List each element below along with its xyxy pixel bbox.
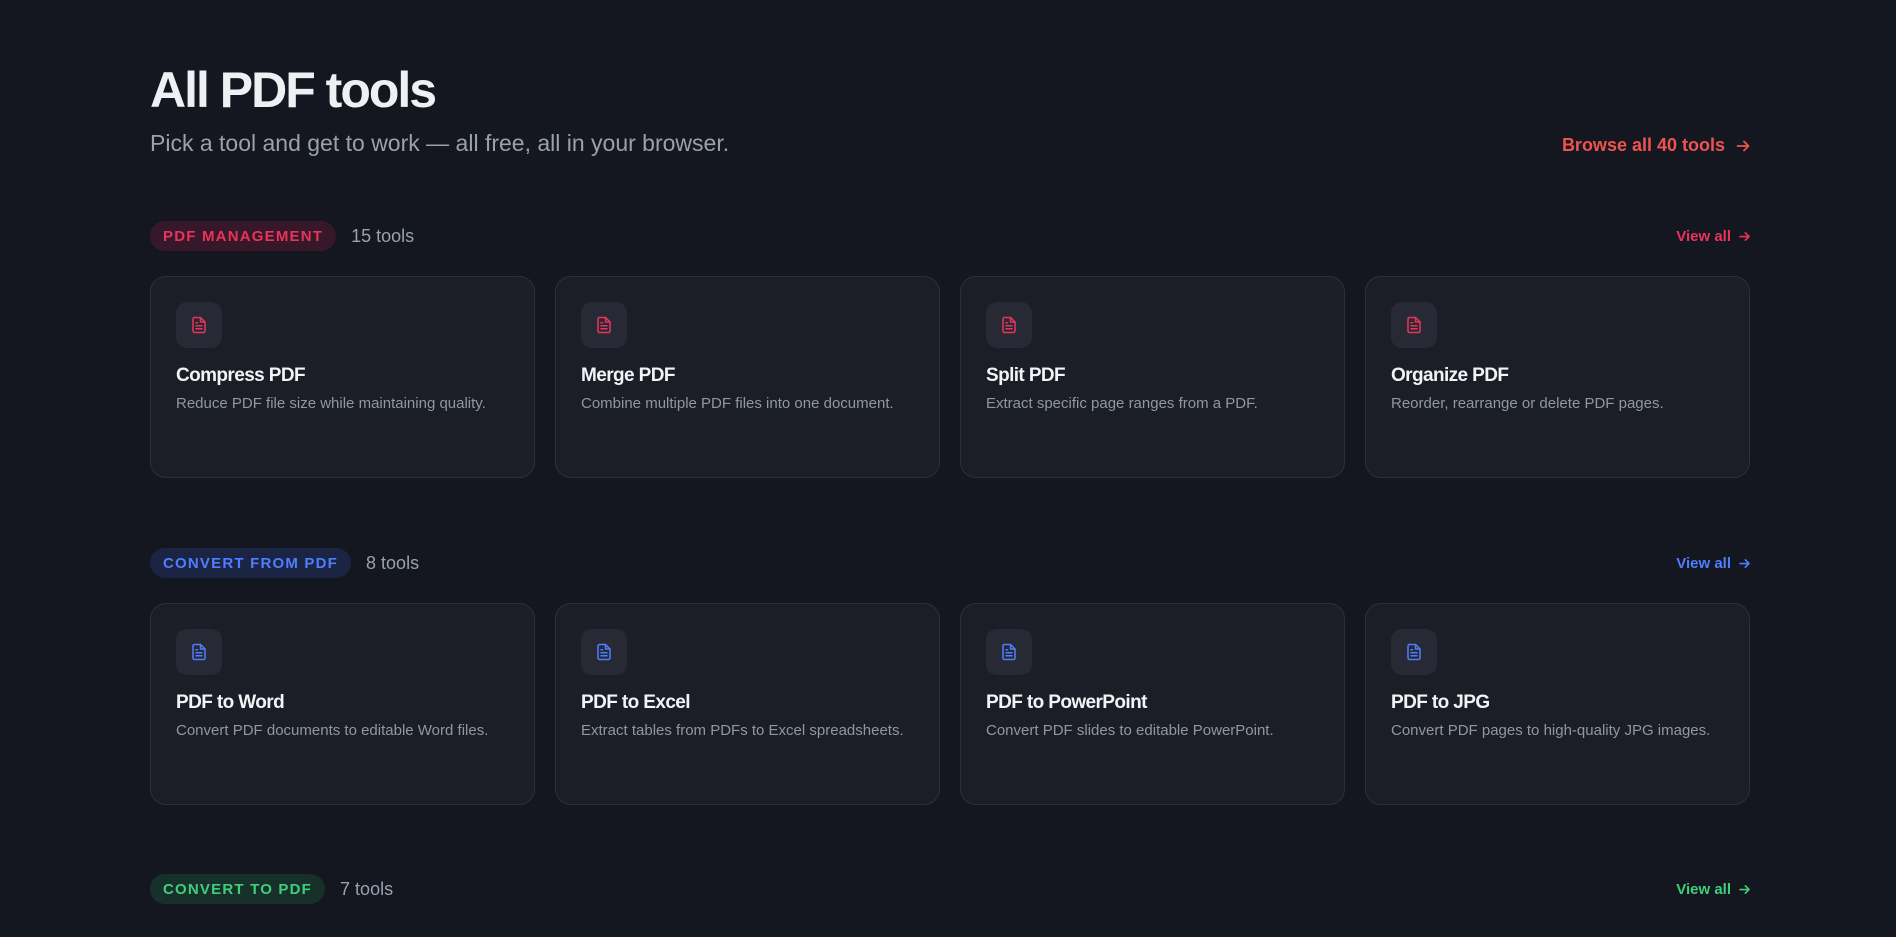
document-icon — [1407, 316, 1421, 334]
document-icon — [1002, 643, 1016, 661]
tool-description: Reorder, rearrange or delete PDF pages. — [1391, 395, 1664, 412]
page-subtitle: Pick a tool and get to work — all free, … — [150, 130, 730, 156]
tool-grid-pdf-management: Compress PDF Reduce PDF file size while … — [150, 276, 1751, 478]
section-tool-count: 8 tools — [366, 552, 420, 573]
tool-description: Combine multiple PDF files into one docu… — [581, 395, 894, 412]
view-all-label: View all — [1676, 880, 1731, 898]
tool-card-pdf-to-word[interactable]: PDF to Word Convert PDF documents to edi… — [150, 603, 535, 805]
tool-title: PDF to JPG — [1391, 692, 1490, 713]
tool-title: Organize PDF — [1391, 365, 1509, 386]
tool-card-organize-pdf[interactable]: Organize PDF Reorder, rearrange or delet… — [1365, 276, 1750, 478]
tool-description: Extract specific page ranges from a PDF. — [986, 395, 1258, 412]
tool-icon-box — [581, 629, 627, 675]
section-badge: PDF MANAGEMENT — [150, 221, 337, 251]
arrow-right-icon — [1739, 884, 1750, 894]
tool-icon-box — [986, 629, 1032, 675]
view-all-link[interactable]: View all — [1676, 228, 1751, 245]
tool-card-split-pdf[interactable]: Split PDF Extract specific page ranges f… — [960, 276, 1345, 478]
section-header-convert-to-pdf: CONVERT TO PDF 7 tools View all — [150, 873, 1751, 905]
section-tool-count: 15 tools — [351, 225, 415, 246]
tool-description: Reduce PDF file size while maintaining q… — [176, 395, 486, 412]
tool-card-merge-pdf[interactable]: Merge PDF Combine multiple PDF files int… — [555, 276, 940, 478]
tool-description: Convert PDF pages to high-quality JPG im… — [1391, 722, 1711, 739]
tool-icon-box — [986, 302, 1032, 348]
section-tool-count: 7 tools — [340, 878, 394, 899]
tool-title: Split PDF — [986, 365, 1066, 386]
view-all-link[interactable]: View all — [1676, 555, 1751, 572]
tool-icon-box — [176, 302, 222, 348]
page-title: All PDF tools — [150, 62, 437, 118]
tool-title: PDF to Word — [176, 692, 285, 713]
document-icon — [1002, 316, 1016, 334]
view-all-label: View all — [1676, 227, 1731, 245]
view-all-link[interactable]: View all — [1676, 881, 1751, 898]
tool-icon-box — [581, 302, 627, 348]
tool-card-pdf-to-jpg[interactable]: PDF to JPG Convert PDF pages to high-qua… — [1365, 603, 1750, 805]
arrow-right-icon — [1739, 558, 1750, 568]
document-icon — [1407, 643, 1421, 661]
tool-card-compress-pdf[interactable]: Compress PDF Reduce PDF file size while … — [150, 276, 535, 478]
tool-title: PDF to PowerPoint — [986, 692, 1147, 713]
arrow-right-icon — [1736, 140, 1750, 151]
tool-title: Merge PDF — [581, 365, 675, 386]
browse-all-label: Browse all 40 tools — [1561, 135, 1725, 155]
section-header-pdf-management: PDF MANAGEMENT 15 tools View all — [150, 220, 1751, 252]
tool-icon-box — [176, 629, 222, 675]
browse-all-tools-link[interactable]: Browse all 40 tools — [1562, 135, 1751, 156]
document-icon — [597, 316, 611, 334]
tool-description: Extract tables from PDFs to Excel spread… — [581, 722, 904, 739]
document-icon — [192, 316, 206, 334]
tool-card-pdf-to-excel[interactable]: PDF to Excel Extract tables from PDFs to… — [555, 603, 940, 805]
section-header-convert-from-pdf: CONVERT FROM PDF 8 tools View all — [150, 547, 1751, 579]
tool-title: PDF to Excel — [581, 692, 691, 713]
section-badge: CONVERT TO PDF — [150, 874, 326, 904]
tool-card-pdf-to-powerpoint[interactable]: PDF to PowerPoint Convert PDF slides to … — [960, 603, 1345, 805]
document-icon — [597, 643, 611, 661]
section-badge: CONVERT FROM PDF — [150, 548, 352, 578]
view-all-label: View all — [1676, 554, 1731, 572]
tool-description: Convert PDF documents to editable Word f… — [176, 722, 489, 739]
tool-description: Convert PDF slides to editable PowerPoin… — [986, 722, 1274, 739]
tool-grid-convert-from-pdf: PDF to Word Convert PDF documents to edi… — [150, 603, 1751, 805]
tool-icon-box — [1391, 302, 1437, 348]
tool-title: Compress PDF — [176, 365, 306, 386]
arrow-right-icon — [1739, 231, 1750, 241]
document-icon — [192, 643, 206, 661]
tool-icon-box — [1391, 629, 1437, 675]
